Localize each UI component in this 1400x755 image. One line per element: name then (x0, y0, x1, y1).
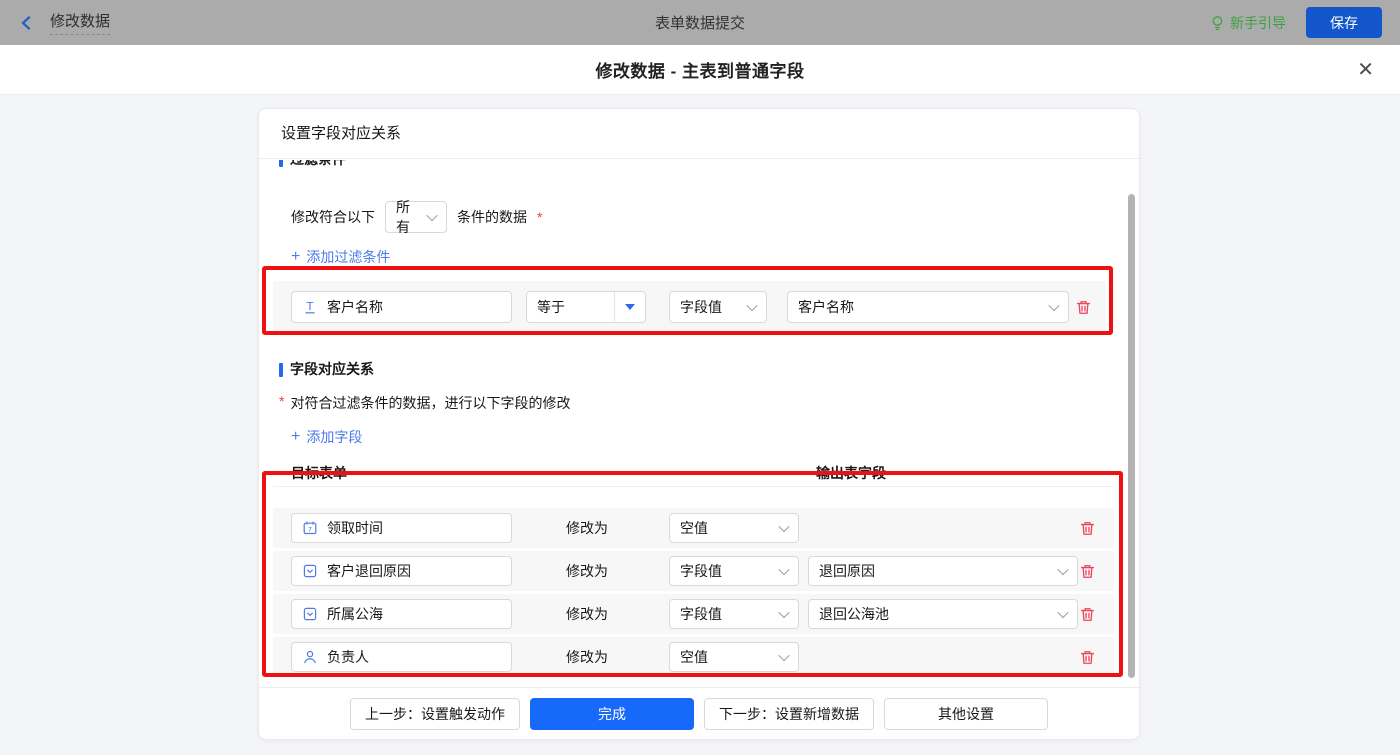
select-field-icon (302, 606, 318, 622)
match-suffix: 条件的数据 (457, 209, 527, 225)
svg-text:T: T (306, 300, 314, 313)
chevron-down-icon (1057, 606, 1069, 619)
target-field-input[interactable]: 7 领取时间 (291, 513, 512, 543)
value-type-select[interactable]: 字段值 (669, 291, 767, 323)
modify-mode-select[interactable]: 字段值 (669, 556, 799, 586)
modal-title: 修改数据 - 主表到普通字段 (595, 62, 805, 81)
card-footer: 上一步：设置触发动作 完成 下一步：设置新增数据 其他设置 (259, 687, 1139, 739)
filter-condition-row: T 客户名称 等于 字段值 客户名称 (273, 281, 1106, 333)
modify-mode-select[interactable]: 空值 (669, 642, 799, 672)
prev-step-button[interactable]: 上一步：设置触发动作 (350, 697, 520, 730)
app-title: 表单数据提交 (654, 15, 745, 32)
card-scroll-area: 过滤条件 修改符合以下 所有 条件的数据 * + 添加过滤条件 (259, 160, 1139, 687)
match-prefix: 修改符合以下 (291, 209, 375, 225)
target-field-input[interactable]: 客户退回原因 (291, 556, 512, 586)
save-button[interactable]: 保存 (1306, 7, 1382, 38)
modify-to-label: 修改为 (566, 649, 608, 665)
trash-icon[interactable] (1075, 299, 1092, 316)
filter-field-input[interactable]: T 客户名称 (291, 291, 512, 323)
operator-caret-box (614, 292, 645, 322)
filter-section-clip: 过滤条件 (273, 160, 1139, 169)
select-field-icon (302, 563, 318, 579)
trash-icon[interactable] (1079, 649, 1096, 666)
trash-icon[interactable] (1079, 520, 1096, 537)
modify-mode-select[interactable]: 空值 (669, 513, 799, 543)
output-field-select[interactable]: 退回公海池 (808, 599, 1078, 629)
trash-icon[interactable] (1079, 563, 1096, 580)
target-field-input[interactable]: 所属公海 (291, 599, 512, 629)
chevron-down-icon (746, 299, 758, 312)
section-bar-icon (279, 160, 283, 167)
mapping-row: 所属公海 修改为 字段值 退回公海池 (273, 594, 1114, 634)
chevron-down-icon (778, 563, 790, 576)
chevron-down-icon (778, 649, 790, 662)
beginner-guide-link[interactable]: 新手引导 (1210, 13, 1286, 33)
topbar-right: 新手引导 保存 (1062, 7, 1382, 38)
other-settings-button[interactable]: 其他设置 (884, 697, 1048, 730)
modify-to-label: 修改为 (566, 563, 608, 579)
mapping-column-headers: 目标表单 输出表字段 (273, 463, 1114, 487)
mapping-row: 负责人 修改为 空值 (273, 637, 1114, 677)
modify-mode-select[interactable]: 字段值 (669, 599, 799, 629)
bulb-icon (1210, 15, 1225, 31)
chevron-down-icon (1057, 563, 1069, 576)
mapping-description: 对符合过滤条件的数据，进行以下字段的修改 (290, 395, 571, 411)
match-type-select[interactable]: 所有 (385, 199, 447, 235)
add-filter-link[interactable]: + 添加过滤条件 (291, 247, 390, 267)
chevron-down-icon (778, 606, 790, 619)
topbar: 修改数据 表单数据提交 新手引导 保存 (0, 0, 1400, 45)
modify-to-label: 修改为 (566, 606, 608, 622)
vertical-scrollbar[interactable] (1128, 194, 1135, 678)
modify-to-label: 修改为 (566, 520, 608, 536)
done-button[interactable]: 完成 (530, 697, 694, 730)
topbar-left: 修改数据 (18, 10, 338, 35)
next-step-button[interactable]: 下一步：设置新增数据 (704, 697, 874, 730)
required-mark: * (279, 393, 285, 409)
calendar-icon: 7 (302, 520, 318, 536)
output-field-select[interactable]: 退回原因 (808, 556, 1078, 586)
back-chevron-icon[interactable] (18, 14, 36, 32)
section-bar-icon (279, 362, 283, 377)
add-field-link[interactable]: + 添加字段 (291, 427, 362, 447)
mapping-row: 7 领取时间 修改为 空值 (273, 508, 1114, 548)
chevron-down-icon (778, 520, 790, 533)
column-output-field: 输出表字段 (816, 465, 886, 481)
close-icon[interactable]: ✕ (1357, 60, 1374, 80)
chevron-down-icon (1048, 299, 1060, 312)
card-title: 设置字段对应关系 (259, 109, 1139, 159)
guide-label: 新手引导 (1230, 14, 1286, 31)
mapping-section-title: 字段对应关系 (279, 360, 1139, 379)
column-target-form: 目标表单 (291, 465, 347, 481)
screen: 修改数据 表单数据提交 新手引导 保存 修改数据 - 主表到普通字段 ✕ 设置字… (0, 0, 1400, 755)
caret-down-icon (625, 304, 635, 310)
mapping-row: 客户退回原因 修改为 字段值 退回原因 (273, 551, 1114, 591)
text-field-icon: T (302, 299, 318, 315)
modal-titlebar: 修改数据 - 主表到普通字段 ✕ (0, 45, 1400, 95)
filter-section-title: 过滤条件 (279, 160, 1139, 169)
plus-icon: + (291, 428, 301, 445)
back-title[interactable]: 修改数据 (50, 10, 111, 35)
operator-select[interactable]: 等于 (526, 291, 646, 323)
settings-card: 设置字段对应关系 过滤条件 修改符合以下 所有 条件的数据 * (258, 108, 1140, 740)
required-mark: * (537, 209, 543, 225)
match-condition-row: 修改符合以下 所有 条件的数据 * (291, 199, 1139, 235)
trash-icon[interactable] (1079, 606, 1096, 623)
chevron-down-icon (426, 209, 438, 222)
filter-value-select[interactable]: 客户名称 (787, 291, 1069, 323)
person-icon (302, 649, 318, 665)
target-field-input[interactable]: 负责人 (291, 642, 512, 672)
plus-icon: + (291, 248, 301, 265)
mapping-description-row: * 对符合过滤条件的数据，进行以下字段的修改 (279, 393, 1139, 413)
svg-text:7: 7 (308, 525, 312, 533)
